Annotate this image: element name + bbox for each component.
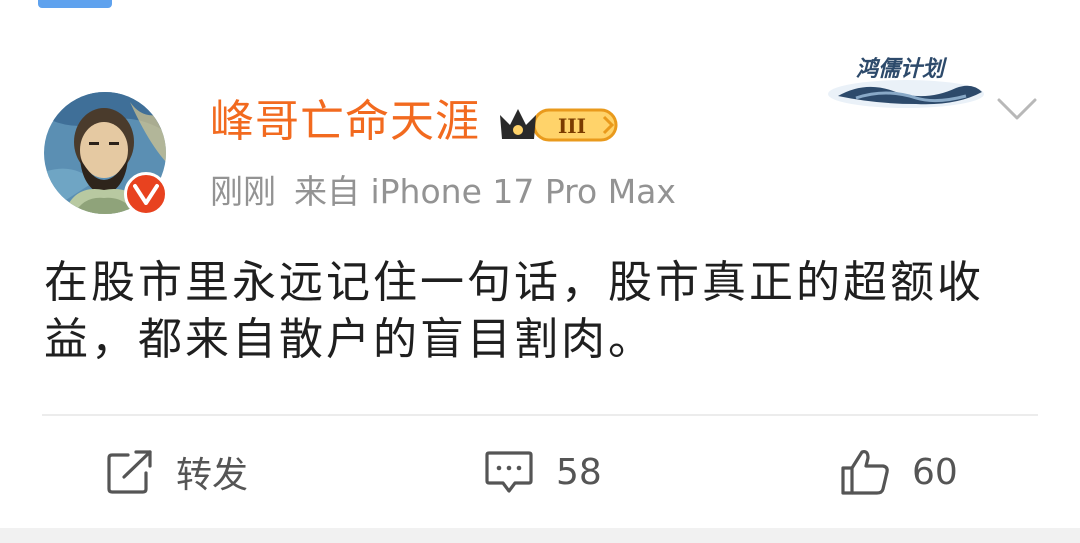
chevron-down-icon	[997, 98, 1037, 120]
post-content: 在股市里永远记住一句话，股市真正的超额收益，都来自散户的盲目割肉。	[44, 257, 984, 365]
vip-level-text: III	[558, 114, 586, 138]
repost-button[interactable]: 转发	[106, 444, 248, 500]
footer-separator	[0, 528, 1080, 543]
comment-button[interactable]: 58	[484, 444, 602, 500]
share-edit-icon	[106, 449, 154, 495]
thumbs-up-icon	[840, 448, 890, 496]
post-source: 来自 iPhone 17 Pro Max	[294, 172, 676, 211]
hongru-plan-banner[interactable]: 鸿儒计划	[816, 44, 986, 112]
comment-icon	[484, 449, 534, 495]
repost-label: 转发	[176, 455, 249, 496]
comment-count: 58	[556, 451, 602, 493]
verified-v-icon	[124, 172, 168, 216]
like-button[interactable]: 60	[840, 444, 958, 500]
post-meta: 刚刚 来自 iPhone 17 Pro Max	[210, 170, 676, 214]
more-options-button[interactable]	[996, 94, 1038, 124]
banner-text: 鸿儒计划	[856, 56, 948, 82]
divider	[42, 414, 1038, 416]
top-tab-indicator	[38, 0, 112, 8]
username[interactable]: 峰哥亡命天涯	[210, 94, 480, 150]
post-time: 刚刚	[210, 172, 276, 211]
vip-crown-badge[interactable]: III	[496, 101, 622, 145]
like-count: 60	[912, 451, 958, 493]
